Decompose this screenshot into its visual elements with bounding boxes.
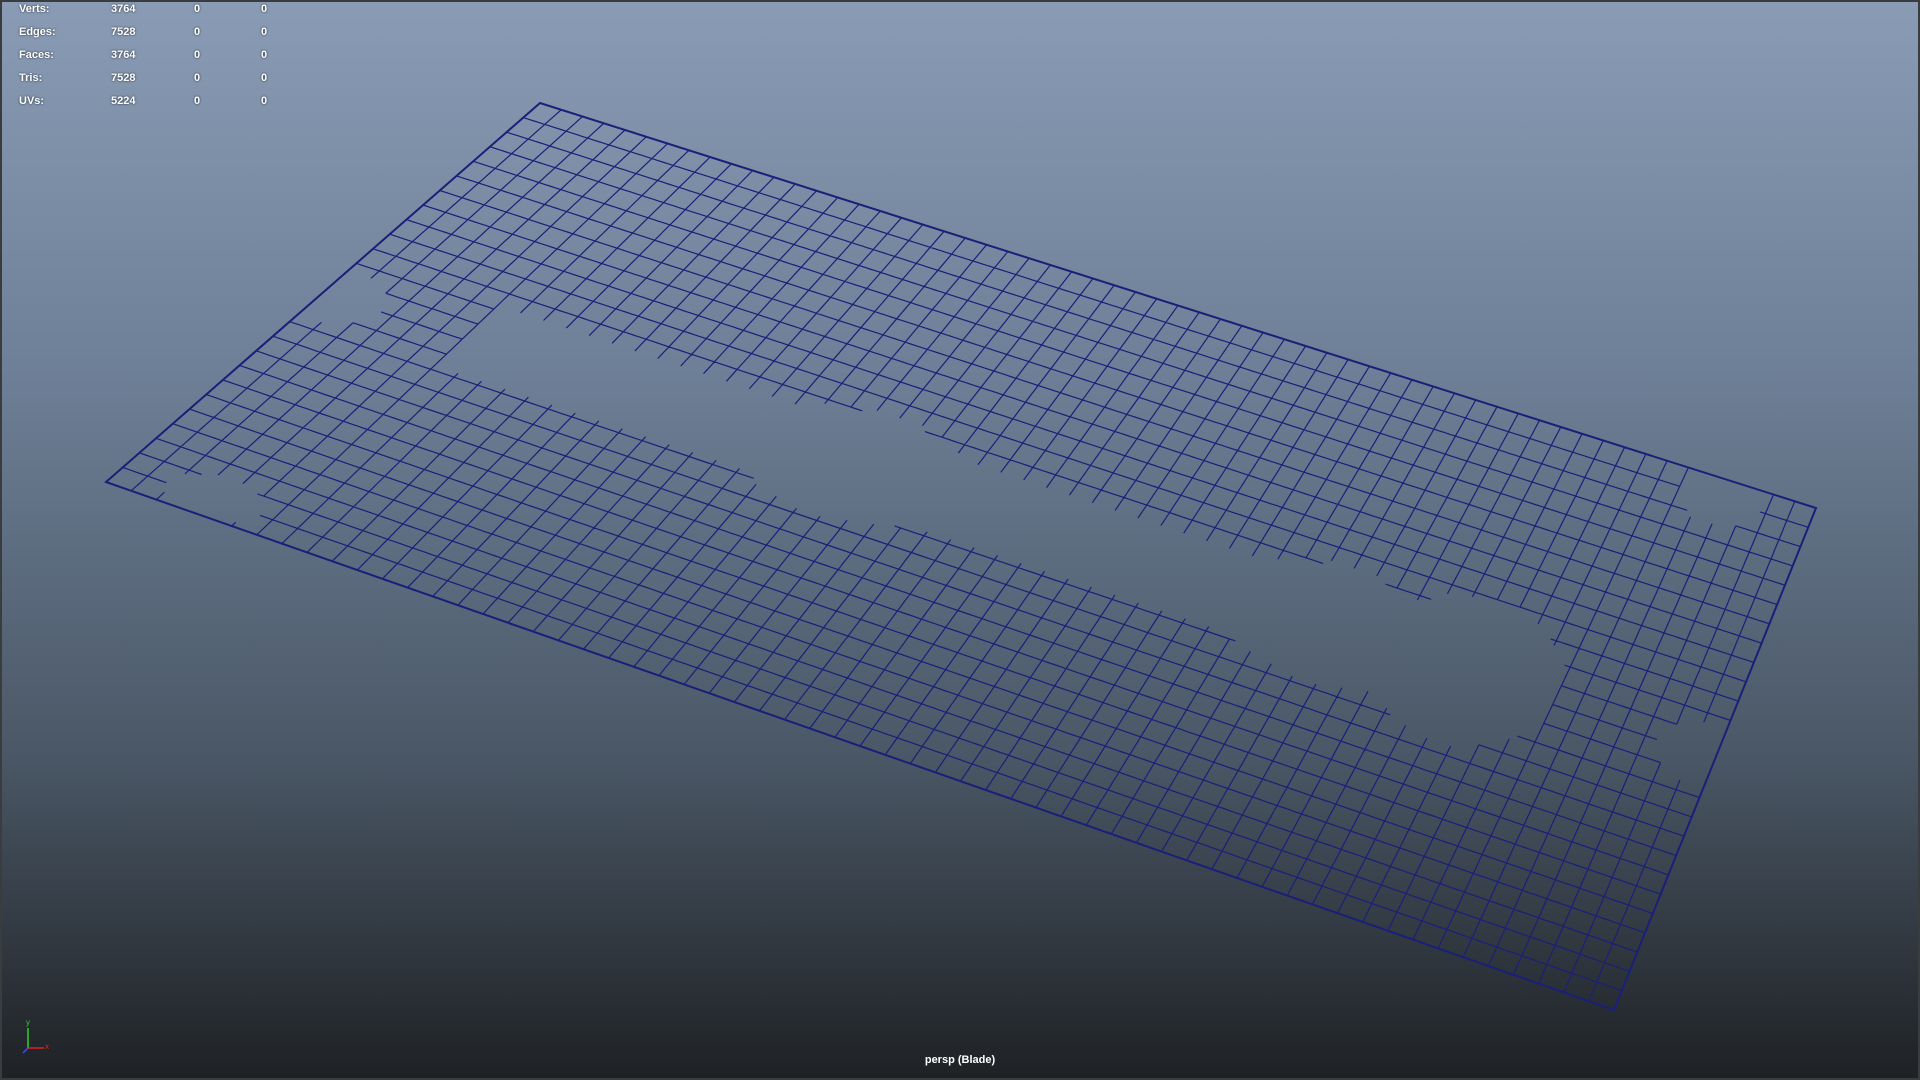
- mesh-outline: [104, 101, 1818, 1012]
- y-axis-label: y: [26, 1018, 30, 1027]
- hud-selected: 0: [194, 72, 201, 84]
- hud-total: 7528: [111, 26, 136, 38]
- hud-row-uvs: UVs: 5224 0 0: [19, 92, 279, 115]
- hud-label: Faces:: [19, 49, 54, 61]
- hud-label: Tris:: [19, 72, 43, 84]
- hud-highlighted: 0: [261, 26, 268, 38]
- hud-row-edges: Edges: 7528 0 0: [19, 23, 279, 46]
- hud-total: 5224: [111, 95, 136, 107]
- hud-selected: 0: [194, 49, 201, 61]
- hud-selected: 0: [194, 3, 201, 15]
- hud-total: 3764: [111, 3, 136, 15]
- hud-row-tris: Tris: 7528 0 0: [19, 69, 279, 92]
- hud-row-verts: Verts: 3764 0 0: [19, 0, 279, 23]
- hud-total: 3764: [111, 49, 136, 61]
- mesh-edges: [104, 101, 1818, 1012]
- hud-highlighted: 0: [261, 72, 268, 84]
- hud-total: 7528: [111, 72, 136, 84]
- wireframe-grid: [105, 102, 1817, 1011]
- axis-gizmo-icon: y x: [22, 1018, 49, 1054]
- hud-highlighted: 0: [261, 95, 268, 107]
- poly-count-hud: Verts: 3764 0 0 Edges: 7528 0 0 Faces: 3…: [19, 0, 279, 115]
- blade-wireframe-mesh[interactable]: [0, 0, 1920, 1080]
- hud-label: UVs:: [19, 95, 45, 107]
- x-axis-label: x: [45, 1042, 49, 1051]
- hud-highlighted: 0: [261, 49, 268, 61]
- hud-label: Verts:: [19, 3, 50, 15]
- perspective-viewport[interactable]: Verts: 3764 0 0 Edges: 7528 0 0 Faces: 3…: [0, 0, 1920, 1080]
- z-axis-line: [22, 1047, 29, 1054]
- hud-selected: 0: [194, 26, 201, 38]
- hud-selected: 0: [194, 95, 201, 107]
- hud-label: Edges:: [19, 26, 56, 38]
- hud-row-faces: Faces: 3764 0 0: [19, 46, 279, 69]
- hud-highlighted: 0: [261, 3, 268, 15]
- camera-label: persp (Blade): [924, 1054, 996, 1066]
